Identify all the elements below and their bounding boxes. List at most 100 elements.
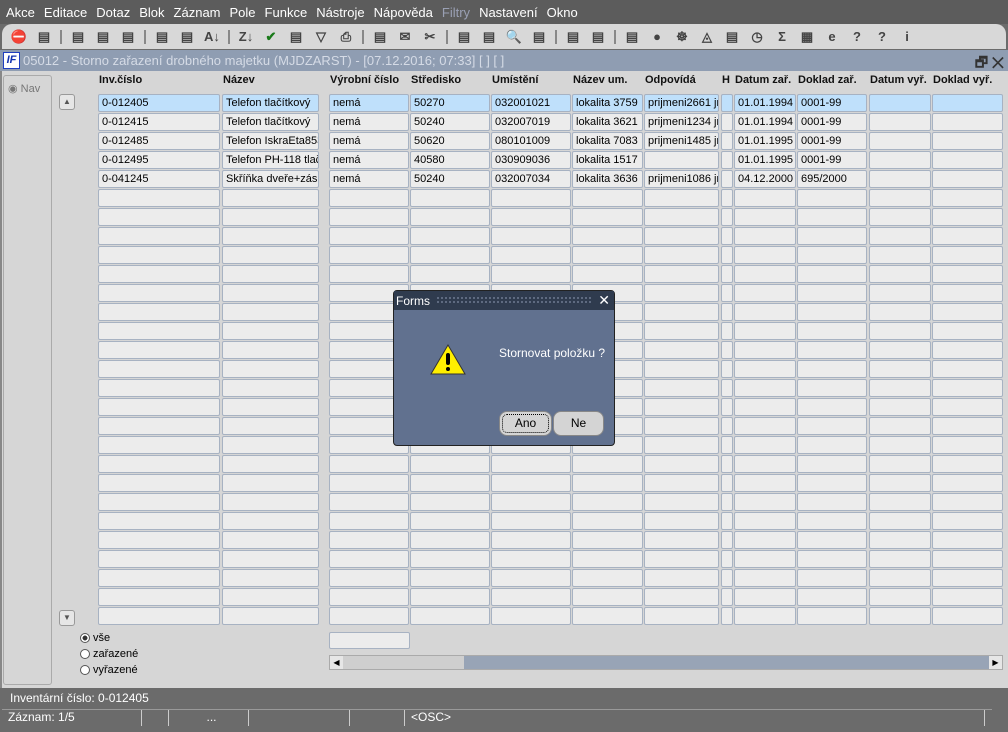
menu-7[interactable]: Nástroje xyxy=(316,5,364,20)
grid-cell[interactable] xyxy=(932,531,1003,549)
grid-cell[interactable] xyxy=(98,607,220,625)
browser-icon[interactable]: e xyxy=(823,28,841,46)
grid-cell[interactable] xyxy=(491,455,571,473)
grid-cell[interactable] xyxy=(734,550,796,568)
grid-cell[interactable] xyxy=(721,512,733,530)
grid-cell[interactable] xyxy=(410,189,490,207)
grid-cell[interactable] xyxy=(721,208,733,226)
grid-cell[interactable] xyxy=(797,398,867,416)
grid-cell[interactable] xyxy=(98,379,220,397)
grid-cell[interactable] xyxy=(932,189,1003,207)
grid-cell[interactable] xyxy=(932,151,1003,169)
grid-cell[interactable] xyxy=(797,607,867,625)
grid-cell[interactable] xyxy=(98,417,220,435)
grid-cell[interactable] xyxy=(98,398,220,416)
grid-cell[interactable] xyxy=(869,398,931,416)
grid-cell[interactable] xyxy=(410,246,490,264)
grid-cell[interactable] xyxy=(222,360,319,378)
delete-record-icon[interactable]: ▤ xyxy=(94,28,112,46)
grid-cell[interactable] xyxy=(644,493,719,511)
grid-cell[interactable] xyxy=(410,588,490,606)
grid-cell[interactable] xyxy=(98,512,220,530)
grid-cell[interactable] xyxy=(721,360,733,378)
grid-cell[interactable]: nemá xyxy=(329,113,409,131)
grid-cell[interactable] xyxy=(644,455,719,473)
grid-cell[interactable] xyxy=(734,531,796,549)
grid-cell[interactable] xyxy=(329,189,409,207)
query-enter-icon[interactable]: ▤ xyxy=(119,28,137,46)
grid-cell[interactable]: Skříňka dveře+zásu xyxy=(222,170,319,188)
grid-cell[interactable]: 50240 xyxy=(410,170,490,188)
grid-cell[interactable] xyxy=(222,322,319,340)
grid-cell[interactable] xyxy=(797,265,867,283)
grid-cell[interactable] xyxy=(734,208,796,226)
grid-cell[interactable] xyxy=(869,550,931,568)
grid-cell[interactable]: lokalita 3621 xyxy=(572,113,643,131)
grid-cell[interactable] xyxy=(797,550,867,568)
grid-cell[interactable]: Telefon tlačítkový xyxy=(222,94,319,112)
grid-cell[interactable] xyxy=(222,550,319,568)
grid-cell[interactable] xyxy=(329,569,409,587)
query-execute-icon[interactable]: ▤ xyxy=(153,28,171,46)
grid-cell[interactable] xyxy=(869,170,931,188)
grid-cell[interactable] xyxy=(797,379,867,397)
grid-cell[interactable] xyxy=(734,379,796,397)
grid-cell[interactable] xyxy=(721,341,733,359)
grid-cell[interactable] xyxy=(734,322,796,340)
query-cancel-icon[interactable]: ▤ xyxy=(178,28,196,46)
grid-cell[interactable] xyxy=(869,512,931,530)
clock-icon[interactable]: ◷ xyxy=(748,28,766,46)
menu-4[interactable]: Záznam xyxy=(174,5,221,20)
grid-cell[interactable] xyxy=(222,208,319,226)
grid-cell[interactable]: nemá xyxy=(329,151,409,169)
grid-cell[interactable]: 695/2000 xyxy=(797,170,867,188)
grid-cell[interactable] xyxy=(932,436,1003,454)
grid-cell[interactable] xyxy=(721,151,733,169)
grid-cell[interactable] xyxy=(797,246,867,264)
grid-cell[interactable] xyxy=(721,417,733,435)
grid-cell[interactable] xyxy=(797,474,867,492)
grid-cell[interactable]: prijmeni1485 jm xyxy=(644,132,719,150)
grid-cell[interactable] xyxy=(329,550,409,568)
grid-cell[interactable] xyxy=(410,531,490,549)
grid-cell[interactable] xyxy=(410,474,490,492)
menu-6[interactable]: Funkce xyxy=(265,5,308,20)
grid-cell[interactable]: nemá xyxy=(329,132,409,150)
grid-cell[interactable] xyxy=(644,189,719,207)
menu-11[interactable]: Okno xyxy=(547,5,578,20)
grid-cell[interactable] xyxy=(734,493,796,511)
scroll-left-button[interactable]: ◀ xyxy=(330,656,343,669)
grid-cell[interactable] xyxy=(932,474,1003,492)
grid-cell[interactable] xyxy=(491,512,571,530)
grid-cell[interactable] xyxy=(644,512,719,530)
column-header[interactable]: Doklad vyř. xyxy=(933,74,992,86)
grid-cell[interactable] xyxy=(98,246,220,264)
grid-cell[interactable] xyxy=(932,208,1003,226)
grid-cell[interactable] xyxy=(572,227,643,245)
grid-cell[interactable] xyxy=(797,493,867,511)
grid-cell[interactable] xyxy=(869,417,931,435)
grid-cell[interactable] xyxy=(932,94,1003,112)
grid-cell[interactable] xyxy=(869,151,931,169)
grid-cell[interactable] xyxy=(572,474,643,492)
grid-cell[interactable] xyxy=(721,265,733,283)
grid-cell[interactable] xyxy=(644,151,719,169)
column-header[interactable]: Umístění xyxy=(492,74,538,86)
grid-cell[interactable] xyxy=(329,455,409,473)
radio-button[interactable] xyxy=(80,633,90,643)
grid-cell[interactable] xyxy=(932,607,1003,625)
grid-cell[interactable]: 04.12.2000 xyxy=(734,170,796,188)
grid-cell[interactable] xyxy=(410,569,490,587)
globe-icon[interactable]: ● xyxy=(648,28,666,46)
grid-cell[interactable] xyxy=(410,512,490,530)
grid-cell[interactable] xyxy=(797,531,867,549)
grid-cell[interactable] xyxy=(222,341,319,359)
grid-cell[interactable]: lokalita 3636 xyxy=(572,170,643,188)
document-icon[interactable]: ▤ xyxy=(623,28,641,46)
grid-cell[interactable] xyxy=(222,417,319,435)
menu-10[interactable]: Nastavení xyxy=(479,5,538,20)
grid-cell[interactable] xyxy=(329,265,409,283)
grid-cell[interactable] xyxy=(932,322,1003,340)
grid-cell[interactable] xyxy=(721,474,733,492)
grid-cell[interactable] xyxy=(329,493,409,511)
